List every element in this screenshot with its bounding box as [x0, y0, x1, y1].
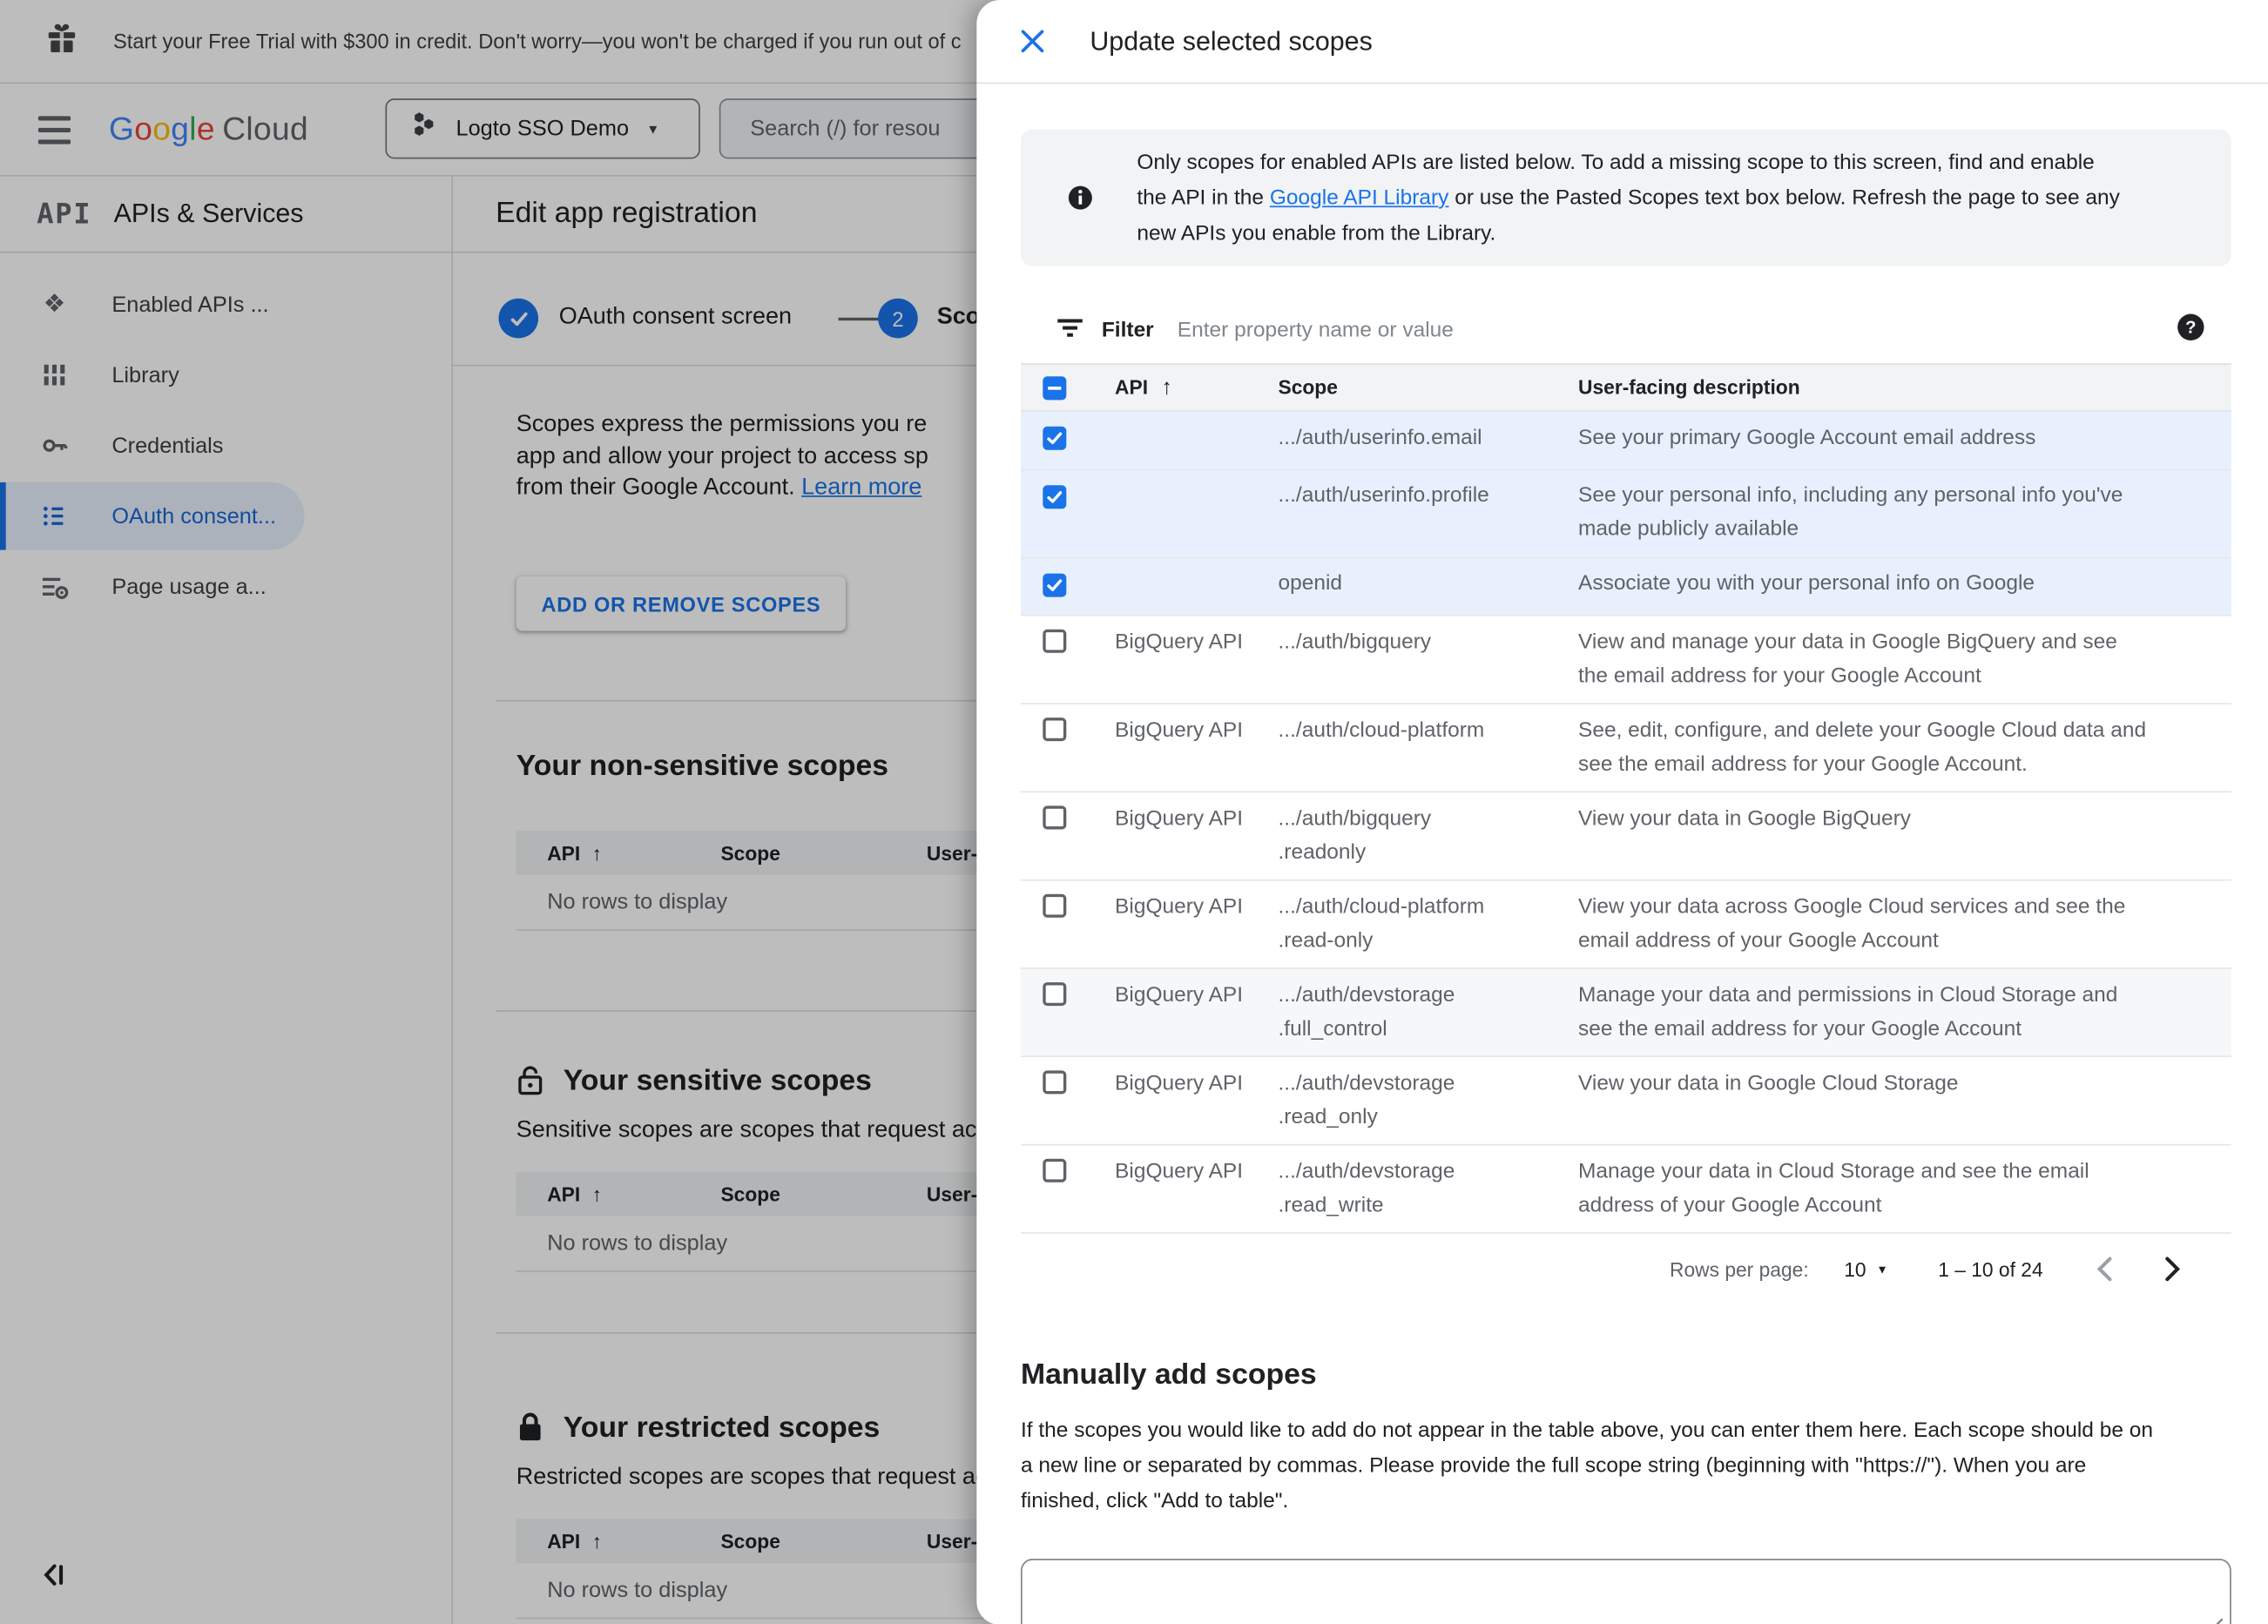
row-description: Manage your data in Cloud Storage and se…	[1577, 1159, 2089, 1217]
row-api: BigQuery API	[1115, 630, 1244, 654]
row-checkbox[interactable]	[1043, 805, 1067, 830]
help-icon[interactable]: ?	[2177, 313, 2204, 349]
row-checkbox[interactable]	[1043, 893, 1067, 918]
info-banner: Only scopes for enabled APIs are listed …	[1020, 129, 2231, 266]
row-api: BigQuery API	[1115, 806, 1244, 831]
row-scope: .../auth/devstorage .read_only	[1278, 1071, 1455, 1129]
row-description: See your personal info, including any pe…	[1577, 483, 2123, 542]
google-api-library-link[interactable]: Google API Library	[1270, 186, 1449, 210]
pagination: Rows per page: 10 ▼ 1 – 10 of 24	[1021, 1234, 2231, 1304]
filter-icon	[1057, 317, 1083, 345]
svg-text:?: ?	[2185, 319, 2196, 338]
manually-add-scopes-description: If the scopes you would like to add do n…	[1020, 1418, 2153, 1513]
row-description: Manage your data and permissions in Clou…	[1577, 982, 2118, 1041]
row-checkbox[interactable]	[1043, 629, 1067, 653]
row-description: View and manage your data in Google BigQ…	[1577, 630, 2117, 688]
table-row[interactable]: BigQuery API .../auth/devstorage .read_wr…	[1020, 1145, 2231, 1234]
row-checkbox[interactable]	[1043, 1070, 1067, 1095]
table-row[interactable]: BigQuery API .../auth/bigquery .readonly V…	[1020, 792, 2231, 881]
panel-title: Update selected scopes	[1090, 25, 1373, 56]
sort-ascending-icon: ↑	[1161, 374, 1172, 401]
close-icon[interactable]	[1012, 21, 1053, 62]
manual-scopes-textarea[interactable]	[1020, 1559, 2231, 1624]
row-scope: .../auth/bigquery .readonly	[1278, 806, 1432, 865]
previous-page-icon[interactable]	[2087, 1251, 2123, 1287]
info-text: Only scopes for enabled APIs are listed …	[1137, 151, 2120, 246]
table-row[interactable]: BigQuery API .../auth/cloud-platform .rea…	[1020, 880, 2231, 969]
row-description: See, edit, configure, and delete your Go…	[1577, 718, 2147, 776]
row-api: BigQuery API	[1115, 718, 1244, 742]
table-row[interactable]: BigQuery API .../auth/devstorage .full_co…	[1020, 968, 2231, 1058]
row-description: View your data in Google BigQuery	[1577, 806, 1912, 831]
row-checkbox[interactable]	[1043, 982, 1067, 1007]
manually-add-scopes-title: Manually add scopes	[1020, 1358, 1317, 1392]
row-scope: .../auth/devstorage .read_write	[1278, 1159, 1455, 1217]
row-api	[1115, 470, 1278, 557]
row-api: BigQuery API	[1115, 1071, 1244, 1095]
scopes-table-header: API ↑ Scope User-facing description	[1020, 363, 2231, 412]
row-scope: .../auth/devstorage .full_control	[1278, 982, 1455, 1041]
row-api	[1115, 412, 1278, 468]
chevron-down-icon[interactable]: ▼	[1876, 1263, 1887, 1276]
rows-per-page-select[interactable]: 10	[1844, 1258, 1866, 1280]
filter-label: Filter	[1101, 319, 1154, 343]
row-api	[1115, 558, 1278, 615]
row-checkbox[interactable]	[1043, 572, 1067, 596]
row-scope: .../auth/userinfo.email	[1278, 425, 1482, 449]
pagination-range: 1 – 10 of 24	[1938, 1257, 2043, 1281]
row-scope: openid	[1278, 571, 1343, 596]
row-checkbox[interactable]	[1043, 484, 1067, 509]
row-api: BigQuery API	[1115, 1159, 1244, 1183]
select-all-checkbox[interactable]	[1043, 375, 1067, 400]
table-row[interactable]: BigQuery API .../auth/devstorage .read_on…	[1020, 1057, 2231, 1146]
table-row[interactable]: openid Associate you with your personal i…	[1020, 557, 2231, 617]
row-description: View your data in Google Cloud Storage	[1577, 1071, 1959, 1095]
row-checkbox[interactable]	[1043, 718, 1067, 742]
row-api: BigQuery API	[1115, 982, 1244, 1007]
table-row[interactable]: BigQuery API .../auth/cloud-platform See, …	[1020, 704, 2231, 793]
row-api: BigQuery API	[1115, 894, 1244, 919]
row-scope: .../auth/userinfo.profile	[1278, 483, 1489, 508]
row-description: See your primary Google Account email ad…	[1577, 425, 2036, 449]
screen: Start your Free Trial with $300 in credi…	[0, 0, 2268, 1624]
row-scope: .../auth/cloud-platform	[1278, 718, 1485, 742]
filter-input[interactable]	[1177, 319, 2177, 343]
table-row[interactable]: BigQuery API .../auth/bigquery View and ma…	[1020, 616, 2231, 704]
row-scope: .../auth/bigquery	[1278, 630, 1432, 654]
info-icon	[1068, 185, 1093, 218]
row-checkbox[interactable]	[1043, 1158, 1067, 1183]
row-description: Associate you with your personal info on…	[1577, 571, 2035, 596]
scopes-table-body: .../auth/userinfo.email See your primary …	[1020, 411, 2231, 1234]
table-row[interactable]: .../auth/userinfo.profile See your person…	[1020, 469, 2231, 558]
filter-bar: Filter ?	[1021, 299, 2231, 363]
row-description: View your data across Google Cloud servi…	[1577, 894, 2126, 953]
rows-per-page-label: Rows per page:	[1669, 1257, 1809, 1281]
row-scope: .../auth/cloud-platform .read-only	[1278, 894, 1485, 953]
row-checkbox[interactable]	[1043, 426, 1067, 450]
scopes-table: API ↑ Scope User-facing description .../a…	[1020, 363, 2231, 1624]
table-row[interactable]: .../auth/userinfo.email See your primary …	[1020, 411, 2231, 470]
update-scopes-panel: Update selected scopes Only scopes for e…	[976, 0, 2268, 1624]
next-page-icon[interactable]	[2155, 1251, 2190, 1287]
